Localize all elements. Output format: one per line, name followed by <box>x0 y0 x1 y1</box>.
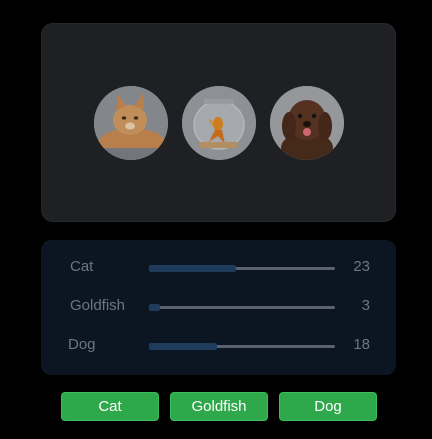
vote-bar-track <box>149 343 335 350</box>
vote-dog-button[interactable]: Dog <box>279 392 377 421</box>
vote-row-dog: Dog 18 <box>41 334 396 358</box>
vote-bar-fill <box>149 265 237 272</box>
vote-results-panel: Cat 23 Goldfish 3 Dog 18 <box>41 240 396 375</box>
vote-row-cat: Cat 23 <box>41 256 396 280</box>
vote-bar-fill <box>149 304 161 311</box>
dog-photo-icon <box>269 86 344 160</box>
pet-voting-app: Cat 23 Goldfish 3 Dog 18 Cat Goldfish Do… <box>0 0 432 439</box>
vote-goldfish-button[interactable]: Goldfish <box>170 392 268 421</box>
goldfish-photo-icon <box>181 86 256 160</box>
vote-count: 3 <box>361 297 370 314</box>
vote-count: 18 <box>353 336 370 353</box>
vote-label: Cat <box>70 258 94 275</box>
pet-avatars <box>42 86 395 160</box>
cat-photo-icon <box>93 86 168 160</box>
vote-row-goldfish: Goldfish 3 <box>41 295 396 319</box>
vote-label: Goldfish <box>70 297 126 314</box>
vote-bar-track <box>149 304 335 311</box>
vote-label: Dog <box>68 336 96 353</box>
vote-cat-button[interactable]: Cat <box>61 392 159 421</box>
pet-image-panel <box>41 23 396 222</box>
vote-count: 23 <box>353 258 370 275</box>
vote-bar-track <box>149 265 335 272</box>
vote-buttons: Cat Goldfish Dog <box>61 392 377 421</box>
vote-bar-fill <box>149 343 218 350</box>
